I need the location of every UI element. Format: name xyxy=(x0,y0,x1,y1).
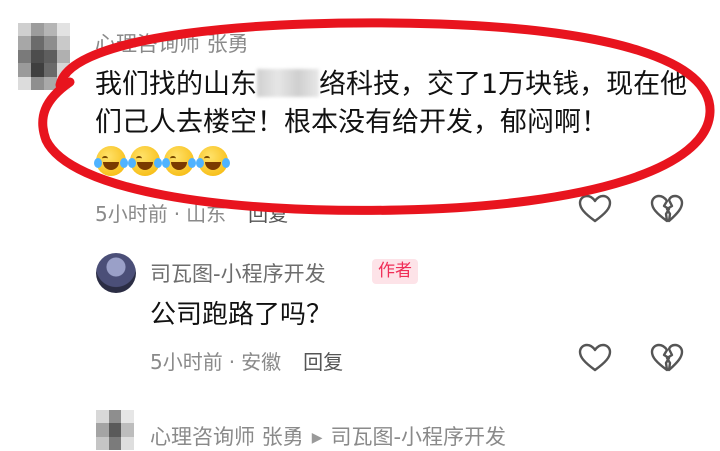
like-heart-icon[interactable] xyxy=(578,343,612,373)
reply-arrow-icon: ▶ xyxy=(311,430,323,446)
laugh-cry-emoji xyxy=(162,146,196,176)
avatar[interactable] xyxy=(96,410,134,450)
reply-text: 公司跑路了吗？ xyxy=(150,300,333,330)
reply-button[interactable]: 回复 xyxy=(248,202,288,226)
comment-time: 5小时前 xyxy=(95,202,168,226)
comment-meta: 5小时前 · 山东 回复 xyxy=(95,198,288,227)
author-badge: 作者 xyxy=(372,259,418,284)
reply-chain-header: 心理咨询师 张勇 ▶ 司瓦图-小程序开发 xyxy=(150,421,506,451)
reply-meta: 5小时前 · 安徽 回复 xyxy=(150,346,343,375)
comment-location: 山东 xyxy=(186,202,227,226)
comment-text-part1: 我们找的山东 xyxy=(95,69,257,100)
comment-username[interactable]: 心理咨询师 张勇 xyxy=(95,28,249,58)
separator-dot: · xyxy=(173,202,181,226)
reply-time: 5小时前 xyxy=(150,350,223,374)
reply-username[interactable]: 司瓦图-小程序开发 xyxy=(150,258,326,288)
dislike-broken-heart-icon[interactable] xyxy=(650,343,684,373)
laugh-cry-emoji xyxy=(196,146,230,176)
emoji-row xyxy=(94,146,230,176)
author-avatar[interactable] xyxy=(96,253,136,293)
reply-button[interactable]: 回复 xyxy=(303,350,343,374)
censored-text xyxy=(257,69,319,97)
avatar[interactable] xyxy=(18,23,70,90)
laugh-cry-emoji xyxy=(94,146,128,176)
comment-text: 我们找的山东 络科技，交了1万块钱，现在他们己人去楼空！根本没有给开发，郁闷啊！ xyxy=(95,66,695,142)
reply-to-username[interactable]: 司瓦图-小程序开发 xyxy=(330,425,506,449)
dislike-broken-heart-icon[interactable] xyxy=(650,194,684,224)
reply-location: 安徽 xyxy=(241,350,282,374)
reply-from-username[interactable]: 心理咨询师 张勇 xyxy=(150,425,304,449)
separator-dot: · xyxy=(228,350,236,374)
like-heart-icon[interactable] xyxy=(578,194,612,224)
laugh-cry-emoji xyxy=(128,146,162,176)
